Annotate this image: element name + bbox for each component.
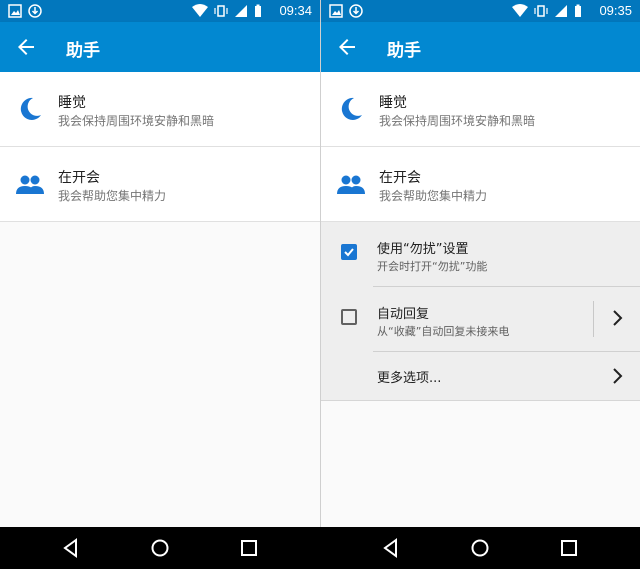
back-nav-icon[interactable] [61, 538, 81, 558]
people-icon [337, 175, 365, 194]
left-screen: 09:34 助手 睡觉 我会保持周围环境安静和黑暗 在开会 我会帮助您集中精力 [0, 0, 320, 527]
option-more[interactable]: 更多选项... [321, 352, 640, 400]
dnd-checkbox[interactable] [341, 244, 357, 260]
item-subtitle: 我会帮助您集中精力 [379, 189, 488, 203]
image-notification-icon [8, 4, 22, 18]
vibrate-icon [534, 5, 548, 17]
list-item-meeting[interactable]: 在开会 我会帮助您集中精力 [0, 147, 320, 222]
right-screen: 09:35 助手 睡觉 我会保持周围环境安静和黑暗 在开会 我会帮助您集中精力 … [320, 0, 640, 527]
back-nav-icon[interactable] [381, 538, 401, 558]
back-arrow-icon[interactable] [335, 35, 359, 59]
item-subtitle: 我会帮助您集中精力 [58, 189, 167, 203]
option-dnd-setting[interactable]: 使用“勿扰”设置 开会时打开“勿扰”功能 [321, 222, 640, 287]
item-title: 在开会 [58, 170, 100, 186]
status-bar: 09:34 [0, 0, 320, 22]
download-notification-icon [349, 4, 363, 18]
page-title: 助手 [66, 41, 100, 61]
option-auto-reply[interactable]: 自动回复 从“收藏”自动回复未接来电 [321, 287, 640, 352]
battery-icon [575, 4, 581, 17]
item-subtitle: 我会保持周围环境安静和黑暗 [58, 114, 215, 128]
moon-icon [20, 97, 41, 120]
recents-nav-icon[interactable] [559, 538, 579, 558]
vertical-divider [593, 301, 594, 337]
vibrate-icon [214, 5, 228, 17]
chevron-right-icon[interactable] [610, 309, 626, 327]
meeting-options-panel: 使用“勿扰”设置 开会时打开“勿扰”功能 自动回复 从“收藏”自动回复未接来电 … [321, 222, 640, 401]
recents-nav-icon[interactable] [239, 538, 259, 558]
home-nav-icon[interactable] [150, 538, 170, 558]
mode-list: 睡觉 我会保持周围环境安静和黑暗 在开会 我会帮助您集中精力 使用“勿扰”设置 … [321, 72, 640, 527]
status-time: 09:35 [599, 3, 632, 18]
checkmark-icon [344, 248, 354, 257]
signal-icon [235, 5, 247, 17]
list-item-sleep[interactable]: 睡觉 我会保持周围环境安静和黑暗 [321, 72, 640, 147]
back-arrow-icon[interactable] [14, 35, 38, 59]
auto-reply-checkbox[interactable] [341, 309, 357, 325]
people-icon [16, 175, 44, 194]
home-nav-icon[interactable] [470, 538, 490, 558]
option-title: 更多选项... [377, 371, 442, 386]
status-time: 09:34 [279, 3, 312, 18]
list-item-meeting[interactable]: 在开会 我会帮助您集中精力 [321, 147, 640, 222]
battery-icon [255, 4, 261, 17]
option-title: 自动回复 [377, 307, 430, 322]
list-item-sleep[interactable]: 睡觉 我会保持周围环境安静和黑暗 [0, 72, 320, 147]
app-bar: 助手 [0, 22, 320, 72]
chevron-right-icon[interactable] [610, 367, 626, 385]
option-subtitle: 开会时打开“勿扰”功能 [377, 260, 488, 273]
mode-list: 睡觉 我会保持周围环境安静和黑暗 在开会 我会帮助您集中精力 [0, 72, 320, 527]
status-bar: 09:35 [321, 0, 640, 22]
image-notification-icon [329, 4, 343, 18]
option-title: 使用“勿扰”设置 [377, 242, 469, 257]
page-title: 助手 [387, 41, 421, 61]
app-bar: 助手 [321, 22, 640, 72]
item-title: 在开会 [379, 170, 421, 186]
item-title: 睡觉 [58, 95, 86, 111]
moon-icon [341, 97, 362, 120]
item-subtitle: 我会保持周围环境安静和黑暗 [379, 114, 536, 128]
wifi-icon [512, 4, 528, 17]
signal-icon [555, 5, 567, 17]
download-notification-icon [28, 4, 42, 18]
navigation-bar [0, 527, 640, 569]
option-subtitle: 从“收藏”自动回复未接来电 [377, 325, 510, 338]
wifi-icon [192, 4, 208, 17]
item-title: 睡觉 [379, 95, 407, 111]
